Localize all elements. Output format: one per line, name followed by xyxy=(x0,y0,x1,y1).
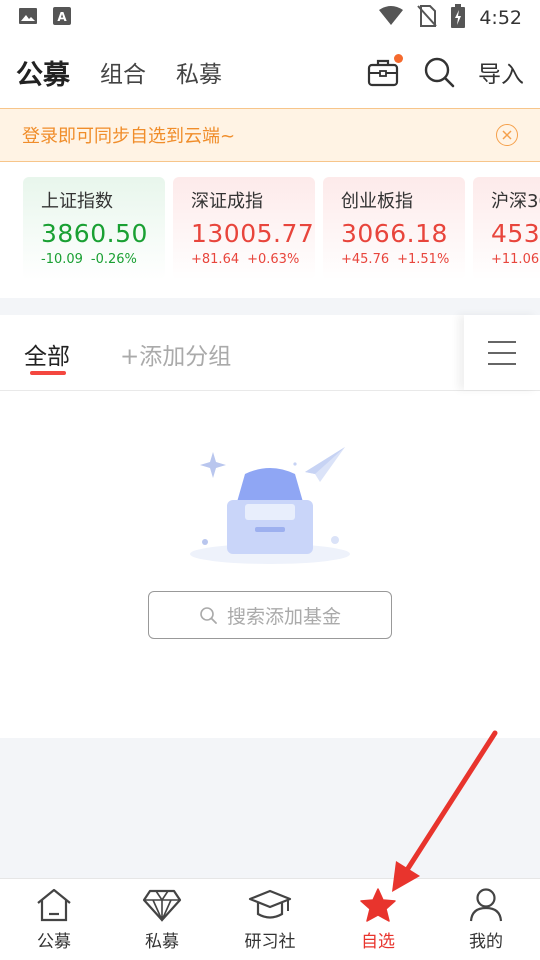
status-bar: A 4:52 xyxy=(0,0,540,36)
bottom-nav-label: 私募 xyxy=(145,932,179,952)
active-tab-indicator xyxy=(30,371,66,375)
index-value: 3860.50 xyxy=(41,219,148,248)
image-notification-icon xyxy=(18,6,38,30)
search-button[interactable] xyxy=(422,55,456,89)
index-change: +11.06 xyxy=(491,252,540,267)
index-card-szse[interactable]: 深证成指 13005.77 +81.64 +0.63% xyxy=(173,177,315,280)
search-icon xyxy=(424,57,455,88)
svg-text:A: A xyxy=(57,10,67,24)
top-nav: 公募 组合 私募 导入 xyxy=(0,36,540,108)
bottom-nav-label: 我的 xyxy=(469,932,503,952)
tab-public-fund[interactable]: 公募 xyxy=(16,53,70,92)
section-divider xyxy=(0,298,540,315)
index-card-chinext[interactable]: 创业板指 3066.18 +45.76 +1.51% xyxy=(323,177,465,280)
battery-charging-icon xyxy=(451,3,466,33)
bottom-nav-private-fund[interactable]: 私募 xyxy=(108,879,216,960)
index-change-points: -10.09 xyxy=(41,252,83,267)
market-index-row: 上证指数 3860.50 -10.09 -0.26% 深证成指 13005.77… xyxy=(0,162,540,298)
graduation-cap-icon xyxy=(248,889,292,919)
banner-close-button[interactable] xyxy=(496,124,518,146)
index-change-pct: +0.63% xyxy=(247,252,300,267)
bottom-nav-public-fund[interactable]: 公募 xyxy=(0,879,108,960)
index-value: 4533 xyxy=(491,219,540,248)
index-name: 上证指数 xyxy=(41,191,113,212)
index-card-sse[interactable]: 上证指数 3860.50 -10.09 -0.26% xyxy=(23,177,165,280)
bottom-nav-label: 自选 xyxy=(361,932,395,952)
group-tabs: 全部 +添加分组 xyxy=(0,315,540,391)
font-notification-icon: A xyxy=(52,6,72,30)
content-background xyxy=(0,738,540,878)
menu-icon xyxy=(488,340,516,365)
login-sync-banner[interactable]: 登录即可同步自选到云端~ xyxy=(0,108,540,162)
index-name: 沪深300 xyxy=(491,191,540,212)
bottom-nav: 公募 私募 研习社 自选 我的 xyxy=(0,878,540,960)
empty-inbox-icon xyxy=(190,447,350,564)
tab-portfolio[interactable]: 组合 xyxy=(100,55,146,89)
house-icon xyxy=(37,888,71,922)
index-change-pct: +1.51% xyxy=(397,252,450,267)
index-name: 深证成指 xyxy=(191,191,263,212)
group-tab-all[interactable]: 全部 xyxy=(24,337,70,371)
bottom-nav-academy[interactable]: 研习社 xyxy=(216,879,324,960)
notification-dot xyxy=(394,54,403,63)
bottom-nav-label: 公募 xyxy=(37,932,71,952)
diamond-icon xyxy=(142,889,182,922)
login-banner-text[interactable]: 登录即可同步自选到云端~ xyxy=(22,122,235,148)
group-menu-button[interactable] xyxy=(464,315,540,390)
bottom-nav-profile[interactable]: 我的 xyxy=(432,879,540,960)
index-change: +81.64 +0.63% xyxy=(191,252,300,267)
no-sim-icon xyxy=(417,4,438,32)
index-change-points: +81.64 xyxy=(191,252,240,267)
briefcase-button[interactable] xyxy=(366,54,403,89)
index-change: -10.09 -0.26% xyxy=(41,252,147,267)
empty-watchlist: 搜索添加基金 xyxy=(0,392,540,738)
bottom-nav-label: 研习社 xyxy=(244,932,296,952)
search-icon xyxy=(200,607,217,624)
index-name: 创业板指 xyxy=(341,191,413,212)
search-add-fund-button[interactable]: 搜索添加基金 xyxy=(148,591,392,639)
close-icon xyxy=(502,130,512,140)
tab-private-fund[interactable]: 私募 xyxy=(176,55,222,89)
search-add-fund-label: 搜索添加基金 xyxy=(226,605,341,628)
bottom-nav-watchlist[interactable]: 自选 xyxy=(324,879,432,960)
import-button[interactable]: 导入 xyxy=(478,55,524,89)
star-icon xyxy=(360,888,396,922)
index-change-points: +45.76 xyxy=(341,252,390,267)
index-change-points: +11.06 xyxy=(491,252,540,267)
user-icon xyxy=(469,888,503,922)
wifi-icon xyxy=(379,5,404,31)
index-card-csi300[interactable]: 沪深300 4533 +11.06 xyxy=(473,177,540,280)
index-value: 3066.18 xyxy=(341,219,448,248)
index-change-pct: -0.26% xyxy=(90,252,137,267)
index-change: +45.76 +1.51% xyxy=(341,252,450,267)
add-group-button[interactable]: +添加分组 xyxy=(120,337,231,371)
index-value: 13005.77 xyxy=(191,219,315,248)
clock-time: 4:52 xyxy=(479,7,522,29)
